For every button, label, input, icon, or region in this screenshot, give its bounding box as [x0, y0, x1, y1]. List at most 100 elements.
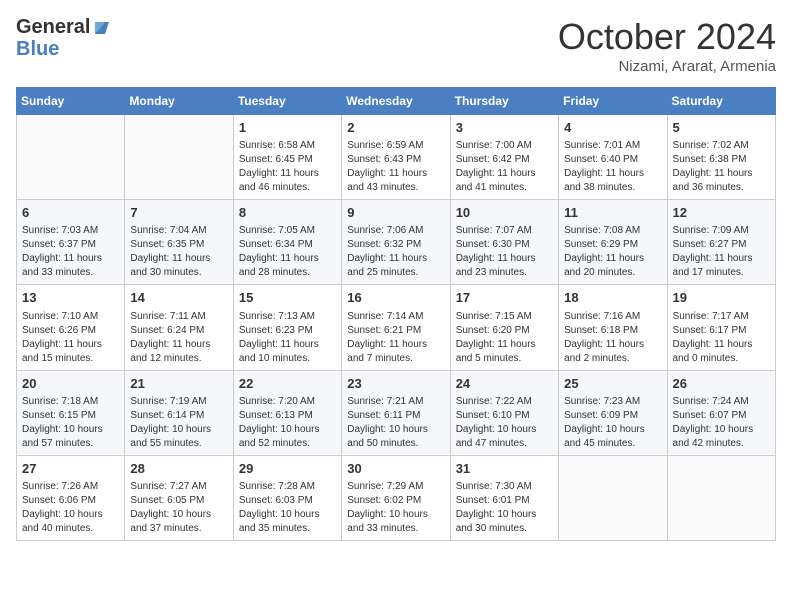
weekday-header-sunday: Sunday — [17, 88, 125, 115]
daylight-text: Daylight: 10 hours and 57 minutes. — [22, 423, 119, 451]
sunrise-text: Sunrise: 7:28 AM — [239, 480, 336, 494]
sunset-text: Sunset: 6:42 PM — [456, 153, 553, 167]
day-number: 9 — [347, 204, 444, 222]
day-number: 30 — [347, 460, 444, 478]
day-number: 18 — [564, 289, 661, 307]
weekday-header-saturday: Saturday — [667, 88, 775, 115]
logo-text-general: General — [16, 16, 90, 38]
calendar-cell: 1Sunrise: 6:58 AMSunset: 6:45 PMDaylight… — [233, 115, 341, 200]
calendar-cell: 30Sunrise: 7:29 AMSunset: 6:02 PMDayligh… — [342, 455, 450, 540]
calendar-cell: 19Sunrise: 7:17 AMSunset: 6:17 PMDayligh… — [667, 285, 775, 370]
daylight-text: Daylight: 11 hours and 7 minutes. — [347, 338, 444, 366]
day-number: 14 — [130, 289, 227, 307]
calendar-table: SundayMondayTuesdayWednesdayThursdayFrid… — [16, 87, 776, 541]
title-area: October 2024 Nizami, Ararat, Armenia — [558, 16, 776, 75]
sunrise-text: Sunrise: 7:23 AM — [564, 395, 661, 409]
sunset-text: Sunset: 6:29 PM — [564, 238, 661, 252]
calendar-cell: 31Sunrise: 7:30 AMSunset: 6:01 PMDayligh… — [450, 455, 558, 540]
calendar-cell: 16Sunrise: 7:14 AMSunset: 6:21 PMDayligh… — [342, 285, 450, 370]
sunset-text: Sunset: 6:30 PM — [456, 238, 553, 252]
weekday-header-wednesday: Wednesday — [342, 88, 450, 115]
daylight-text: Daylight: 10 hours and 45 minutes. — [564, 423, 661, 451]
sunset-text: Sunset: 6:23 PM — [239, 324, 336, 338]
calendar-cell: 5Sunrise: 7:02 AMSunset: 6:38 PMDaylight… — [667, 115, 775, 200]
daylight-text: Daylight: 11 hours and 5 minutes. — [456, 338, 553, 366]
sunrise-text: Sunrise: 7:26 AM — [22, 480, 119, 494]
sunrise-text: Sunrise: 7:20 AM — [239, 395, 336, 409]
sunset-text: Sunset: 6:20 PM — [456, 324, 553, 338]
day-number: 13 — [22, 289, 119, 307]
sunrise-text: Sunrise: 7:09 AM — [673, 224, 770, 238]
calendar-cell: 7Sunrise: 7:04 AMSunset: 6:35 PMDaylight… — [125, 200, 233, 285]
sunrise-text: Sunrise: 7:22 AM — [456, 395, 553, 409]
day-number: 16 — [347, 289, 444, 307]
logo-text-blue: Blue — [16, 38, 109, 60]
sunrise-text: Sunrise: 7:19 AM — [130, 395, 227, 409]
weekday-header-monday: Monday — [125, 88, 233, 115]
calendar-cell: 3 Sunrise: 7:00 AMSunset: 6:42 PMDaylight… — [450, 115, 558, 200]
sunset-text: Sunset: 6:09 PM — [564, 409, 661, 423]
sunset-text: Sunset: 6:26 PM — [22, 324, 119, 338]
sunrise-text: Sunrise: 7:06 AM — [347, 224, 444, 238]
day-number: 22 — [239, 375, 336, 393]
day-number: 1 — [239, 119, 336, 137]
calendar-cell: 6Sunrise: 7:03 AMSunset: 6:37 PMDaylight… — [17, 200, 125, 285]
day-number: 6 — [22, 204, 119, 222]
day-number: 28 — [130, 460, 227, 478]
day-number: 25 — [564, 375, 661, 393]
calendar-cell: 9Sunrise: 7:06 AMSunset: 6:32 PMDaylight… — [342, 200, 450, 285]
daylight-text: Daylight: 11 hours and 10 minutes. — [239, 338, 336, 366]
daylight-text: Daylight: 11 hours and 36 minutes. — [673, 167, 770, 195]
day-number: 7 — [130, 204, 227, 222]
daylight-text: Daylight: 11 hours and 28 minutes. — [239, 252, 336, 280]
calendar-cell: 12Sunrise: 7:09 AMSunset: 6:27 PMDayligh… — [667, 200, 775, 285]
day-number: 11 — [564, 204, 661, 222]
sunset-text: Sunset: 6:15 PM — [22, 409, 119, 423]
sunrise-text: Sunrise: 7:10 AM — [22, 310, 119, 324]
page-header: General Blue October 2024 Nizami, Ararat… — [16, 16, 776, 75]
sunrise-text: Sunrise: 7:17 AM — [673, 310, 770, 324]
sunset-text: Sunset: 6:07 PM — [673, 409, 770, 423]
sunrise-text: Sunrise: 7:15 AM — [456, 310, 553, 324]
calendar-cell: 2Sunrise: 6:59 AMSunset: 6:43 PMDaylight… — [342, 115, 450, 200]
sunrise-text: Sunrise: 7:30 AM — [456, 480, 553, 494]
day-number: 20 — [22, 375, 119, 393]
daylight-text: Daylight: 10 hours and 40 minutes. — [22, 508, 119, 536]
day-number: 8 — [239, 204, 336, 222]
sunrise-text: Sunrise: 7:00 AM — [456, 139, 553, 153]
weekday-header-tuesday: Tuesday — [233, 88, 341, 115]
sunrise-text: Sunrise: 7:03 AM — [22, 224, 119, 238]
calendar-cell: 29Sunrise: 7:28 AMSunset: 6:03 PMDayligh… — [233, 455, 341, 540]
calendar-cell: 28 Sunrise: 7:27 AMSunset: 6:05 PMDayligh… — [125, 455, 233, 540]
calendar-cell: 11Sunrise: 7:08 AMSunset: 6:29 PMDayligh… — [559, 200, 667, 285]
sunset-text: Sunset: 6:24 PM — [130, 324, 227, 338]
daylight-text: Daylight: 10 hours and 50 minutes. — [347, 423, 444, 451]
calendar-cell: 21Sunrise: 7:19 AMSunset: 6:14 PMDayligh… — [125, 370, 233, 455]
sunrise-text: Sunrise: 7:14 AM — [347, 310, 444, 324]
sunset-text: Sunset: 6:05 PM — [130, 494, 227, 508]
sunset-text: Sunset: 6:40 PM — [564, 153, 661, 167]
daylight-text: Daylight: 11 hours and 23 minutes. — [456, 252, 553, 280]
daylight-text: Daylight: 10 hours and 37 minutes. — [130, 508, 227, 536]
sunrise-text: Sunrise: 7:07 AM — [456, 224, 553, 238]
day-number: 3 — [456, 119, 553, 137]
sunrise-text: Sunrise: 7:16 AM — [564, 310, 661, 324]
sunrise-text: Sunrise: 7:13 AM — [239, 310, 336, 324]
sunset-text: Sunset: 6:43 PM — [347, 153, 444, 167]
daylight-text: Daylight: 11 hours and 2 minutes. — [564, 338, 661, 366]
day-number: 19 — [673, 289, 770, 307]
daylight-text: Daylight: 10 hours and 33 minutes. — [347, 508, 444, 536]
calendar-cell: 15Sunrise: 7:13 AMSunset: 6:23 PMDayligh… — [233, 285, 341, 370]
sunset-text: Sunset: 6:34 PM — [239, 238, 336, 252]
sunrise-text: Sunrise: 7:21 AM — [347, 395, 444, 409]
sunrise-text: Sunrise: 7:27 AM — [130, 480, 227, 494]
calendar-cell: 22Sunrise: 7:20 AMSunset: 6:13 PMDayligh… — [233, 370, 341, 455]
sunrise-text: Sunrise: 7:05 AM — [239, 224, 336, 238]
calendar-cell — [559, 455, 667, 540]
calendar-cell: 27Sunrise: 7:26 AMSunset: 6:06 PMDayligh… — [17, 455, 125, 540]
sunrise-text: Sunrise: 7:08 AM — [564, 224, 661, 238]
day-number: 17 — [456, 289, 553, 307]
daylight-text: Daylight: 10 hours and 42 minutes. — [673, 423, 770, 451]
daylight-text: Daylight: 11 hours and 41 minutes. — [456, 167, 553, 195]
calendar-cell — [667, 455, 775, 540]
